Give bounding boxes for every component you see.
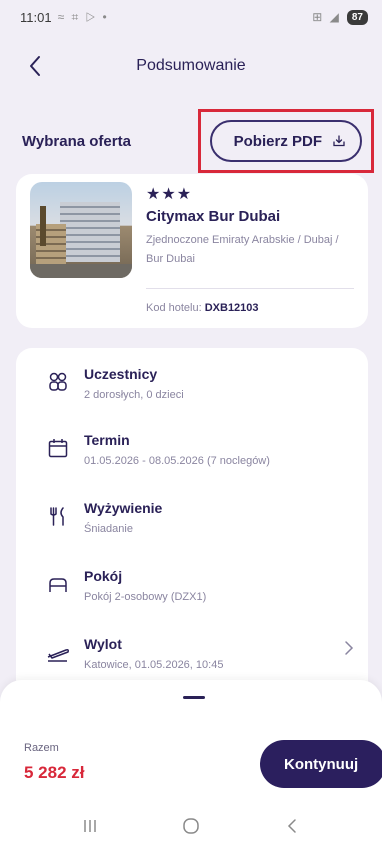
total-price: 5 282 zł bbox=[24, 763, 85, 782]
home-icon bbox=[183, 817, 199, 834]
sheet-handle[interactable] bbox=[183, 696, 205, 699]
detail-room[interactable]: Pokój Pokój 2-osobowy (DZX1) bbox=[16, 560, 368, 620]
detail-sub: Katowice, 01.05.2026, 10:45 bbox=[84, 659, 224, 671]
bed-icon bbox=[46, 572, 70, 596]
back-button[interactable] bbox=[22, 52, 48, 80]
hotel-location: Zjednoczone Emiraty Arabskie / Dubaj / B… bbox=[146, 234, 339, 265]
system-nav-bar bbox=[0, 808, 382, 843]
detail-sub: Pokój 2-osobowy (DZX1) bbox=[84, 591, 207, 603]
hotel-code-value: DXB12103 bbox=[204, 302, 259, 314]
status-left: 11:01 ≈ ⌗ ▷ • bbox=[20, 10, 109, 25]
divider bbox=[146, 288, 354, 289]
download-icon bbox=[333, 135, 345, 147]
status-bar: 11:01 ≈ ⌗ ▷ • ⊞ ◢ 87 bbox=[0, 0, 382, 34]
download-pdf-label: Pobierz PDF bbox=[233, 132, 322, 150]
back-nav-button[interactable] bbox=[272, 811, 312, 841]
back-icon bbox=[287, 818, 296, 833]
offer-row: Wybrana oferta Pobierz PDF bbox=[22, 109, 374, 173]
hotel-card: ★★★ Citymax Bur Dubai Zjednoczone Emirat… bbox=[16, 174, 368, 328]
detail-title: Wylot bbox=[84, 636, 122, 652]
hotel-info: ★★★ Citymax Bur Dubai Zjednoczone Emirat… bbox=[146, 184, 356, 269]
plane-icon bbox=[46, 640, 70, 664]
status-right: ⊞ ◢ 87 bbox=[312, 9, 368, 25]
offer-label: Wybrana oferta bbox=[22, 132, 131, 150]
cutlery-icon bbox=[46, 504, 70, 528]
detail-title: Uczestnicy bbox=[84, 366, 158, 382]
recent-apps-button[interactable] bbox=[70, 811, 110, 841]
chevron-right-icon bbox=[344, 640, 354, 661]
battery-icon: 87 bbox=[346, 9, 368, 25]
recent-apps-icon bbox=[84, 819, 97, 832]
continue-button[interactable]: Kontynuuj bbox=[260, 740, 382, 788]
total-label: Razem bbox=[24, 742, 59, 754]
status-time: 11:01 bbox=[20, 9, 52, 25]
detail-participants[interactable]: Uczestnicy 2 dorosłych, 0 dzieci bbox=[16, 358, 368, 418]
chevron-left-icon bbox=[30, 56, 40, 76]
download-pdf-button[interactable]: Pobierz PDF bbox=[209, 120, 362, 162]
detail-title: Termin bbox=[84, 432, 130, 448]
signal-icon: ⊞ ◢ bbox=[312, 10, 341, 24]
detail-date[interactable]: Termin 01.05.2026 - 08.05.2026 (7 nocleg… bbox=[16, 424, 368, 484]
details-card: Uczestnicy 2 dorosłych, 0 dzieci Termin … bbox=[16, 348, 368, 688]
detail-title: Pokój bbox=[84, 568, 123, 584]
hotel-image bbox=[30, 182, 132, 278]
participants-icon bbox=[46, 370, 70, 394]
highlight-box: Pobierz PDF bbox=[197, 109, 374, 173]
notification-icons: ≈ ⌗ ▷ • bbox=[57, 9, 109, 24]
detail-sub: Śniadanie bbox=[84, 523, 133, 535]
hotel-stars: ★★★ bbox=[146, 186, 193, 203]
hotel-code-label: Kod hotelu: bbox=[146, 302, 202, 314]
detail-title: Wyżywienie bbox=[84, 500, 163, 516]
header: Podsumowanie bbox=[0, 44, 382, 88]
page-title: Podsumowanie bbox=[136, 57, 246, 74]
hotel-code: Kod hotelu: DXB12103 bbox=[146, 302, 259, 314]
home-button[interactable] bbox=[171, 811, 211, 841]
detail-sub: 2 dorosłych, 0 dzieci bbox=[84, 389, 184, 401]
detail-flight[interactable]: Wylot Katowice, 01.05.2026, 10:45 bbox=[16, 628, 368, 688]
calendar-icon bbox=[46, 436, 70, 460]
hotel-name: Citymax Bur Dubai bbox=[146, 208, 281, 225]
detail-board[interactable]: Wyżywienie Śniadanie bbox=[16, 492, 368, 552]
detail-sub: 01.05.2026 - 08.05.2026 (7 noclegów) bbox=[84, 455, 270, 467]
